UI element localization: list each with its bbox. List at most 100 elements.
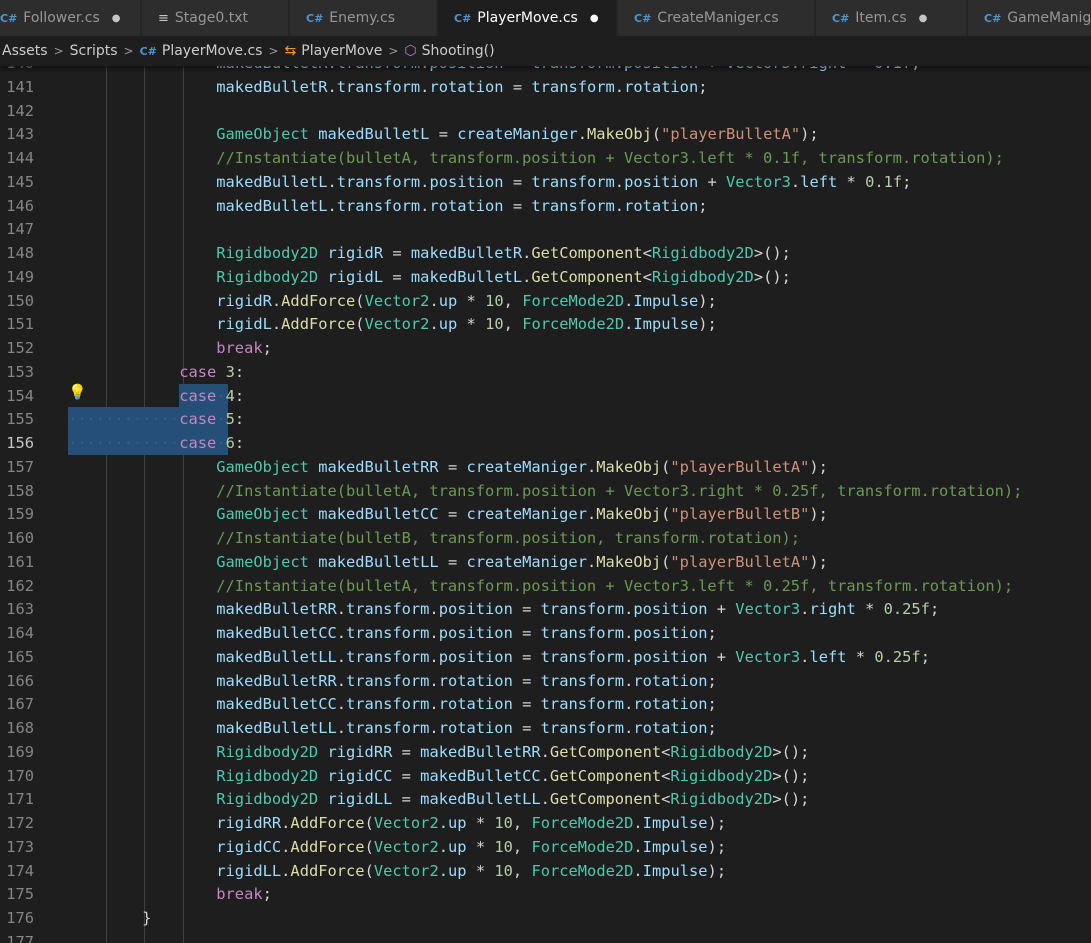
code-text: rigidRR.AddForce(Vector2.up * 10, ForceM… xyxy=(216,814,727,832)
breadcrumb-item-playermove[interactable]: ⇆ PlayerMove xyxy=(285,43,383,59)
line-number: 149 xyxy=(6,267,34,286)
tab-playermove-cs[interactable]: C# PlayerMove.cs ● xyxy=(438,0,616,36)
line-number: 162 xyxy=(6,576,34,595)
line-number: 163 xyxy=(6,600,34,619)
code-line[interactable]: 168 makedBulletLL.transform.rotation = t… xyxy=(0,716,1091,740)
code-line[interactable]: 151 rigidL.AddForce(Vector2.up * 10, For… xyxy=(0,312,1091,336)
line-number: 158 xyxy=(6,481,34,500)
code-line[interactable]: 162 //Instantiate(bulletA, transform.pos… xyxy=(0,574,1091,598)
csharp-file-icon: C# xyxy=(984,11,1002,25)
code-line[interactable]: 172 rigidRR.AddForce(Vector2.up * 10, Fo… xyxy=(0,811,1091,835)
breadcrumb-item-playermove-cs[interactable]: C# PlayerMove.cs xyxy=(140,43,263,59)
code-line[interactable]: 154 case·4: xyxy=(0,383,1091,408)
code-line[interactable]: 159 GameObject makedBulletCC = createMan… xyxy=(0,502,1091,526)
line-number: 156 xyxy=(6,434,34,452)
code-line[interactable]: 166 makedBulletRR.transform.rotation = t… xyxy=(0,669,1091,693)
code-line[interactable]: 160 //Instantiate(bulletB, transform.pos… xyxy=(0,526,1091,550)
csharp-file-icon: C# xyxy=(454,11,472,25)
code-text: rigidCC.AddForce(Vector2.up * 10, ForceM… xyxy=(216,837,727,856)
lightbulb-icon[interactable]: 💡 xyxy=(68,383,87,401)
text-file-icon: ≡ xyxy=(158,10,169,26)
code-line[interactable]: 170 Rigidbody2D rigidCC = makedBulletCC.… xyxy=(0,764,1091,788)
code-text: makedBulletLL.transform.rotation = trans… xyxy=(216,719,717,737)
line-number: 142 xyxy=(6,101,34,120)
code-line[interactable]: 144 //Instantiate(bulletA, transform.pos… xyxy=(0,146,1091,170)
tab-bar: C# Follower.cs ● ≡ Stage0.txt C# Enemy.cs C# Pla… xyxy=(0,0,1091,36)
code-line[interactable]: 158 //Instantiate(bulletA, transform.pos… xyxy=(0,479,1091,503)
code-text: GameObject makedBulletLL = createManiger… xyxy=(216,552,828,571)
code-line[interactable]: 155 ············case·5: xyxy=(0,407,1091,432)
line-number: 150 xyxy=(6,291,34,310)
code-line[interactable]: 161 GameObject makedBulletLL = createMan… xyxy=(0,550,1091,574)
class-icon: ⇆ xyxy=(284,43,297,59)
unsaved-dot-icon[interactable]: ● xyxy=(919,13,928,24)
code-line[interactable]: 171 Rigidbody2D rigidLL = makedBulletLL.… xyxy=(0,787,1091,811)
breadcrumb-item-assets[interactable]: Assets xyxy=(2,43,48,59)
code-line[interactable]: 149 Rigidbody2D rigidL = makedBulletL.Ge… xyxy=(0,265,1091,289)
tab-label: Item.cs xyxy=(855,10,907,26)
line-number: 147 xyxy=(6,220,34,239)
breadcrumb-item-scripts[interactable]: Scripts xyxy=(70,43,118,59)
tab-follower-cs[interactable]: C# Follower.cs ● xyxy=(0,0,140,36)
line-number: 175 xyxy=(6,885,34,904)
tab-label: Enemy.cs xyxy=(329,10,395,26)
tab-gamemanig[interactable]: C# GameManig xyxy=(968,0,1091,36)
line-number: 171 xyxy=(6,790,34,809)
code-line[interactable]: 156 ············case·6: xyxy=(0,431,1091,455)
code-line[interactable]: 146 makedBulletL.transform.rotation = tr… xyxy=(0,194,1091,218)
code-line[interactable]: 167 makedBulletCC.transform.rotation = t… xyxy=(0,692,1091,716)
line-number: 141 xyxy=(6,77,34,96)
breadcrumb-label: PlayerMove xyxy=(301,43,383,59)
code-text: Rigidbody2D rigidR = makedBulletR.GetCom… xyxy=(216,244,791,262)
code-line[interactable]: 174 rigidLL.AddForce(Vector2.up * 10, Fo… xyxy=(0,859,1091,883)
code-line[interactable]: 142 xyxy=(0,99,1091,123)
code-text: } xyxy=(68,909,152,927)
csharp-file-icon: C# xyxy=(139,45,157,58)
csharp-file-icon: C# xyxy=(306,11,324,25)
code-text: case 3: xyxy=(179,362,245,381)
code-text: Rigidbody2D rigidL = makedBulletL.GetCom… xyxy=(216,267,791,286)
line-number: 157 xyxy=(6,457,34,476)
code-line[interactable]: 173 rigidCC.AddForce(Vector2.up * 10, Fo… xyxy=(0,835,1091,859)
code-line[interactable]: 175 break; xyxy=(0,882,1091,906)
line-number: 146 xyxy=(6,196,34,215)
line-number: 176 xyxy=(6,909,34,927)
code-line[interactable]: 163 makedBulletRR.transform.position = t… xyxy=(0,597,1091,621)
code-text: rigidR.AddForce(Vector2.up * 10, ForceMo… xyxy=(216,291,717,310)
code-line[interactable]: 143 GameObject makedBulletL = createMani… xyxy=(0,122,1091,146)
code-line[interactable]: 148 Rigidbody2D rigidR = makedBulletR.Ge… xyxy=(0,241,1091,265)
code-line[interactable]: 177 xyxy=(0,930,1091,943)
code-line[interactable]: 147 xyxy=(0,217,1091,241)
code-text: //Instantiate(bulletA, transform.positio… xyxy=(216,149,1004,167)
tab-createmaniger-cs[interactable]: C# CreateManiger.cs xyxy=(618,0,814,36)
code-line[interactable]: 165 makedBulletLL.transform.position = t… xyxy=(0,645,1091,669)
code-text: //Instantiate(bulletA, transform.positio… xyxy=(216,481,1023,500)
breadcrumb-label: PlayerMove.cs xyxy=(161,43,263,59)
code-editor[interactable]: 140 makedBulletR.transform.position = tr… xyxy=(0,54,1091,943)
code-text: Rigidbody2D rigidLL = makedBulletLL.GetC… xyxy=(216,790,810,809)
code-line[interactable]: 145 makedBulletL.transform.position = tr… xyxy=(0,170,1091,194)
code-line[interactable]: 164 makedBulletCC.transform.position = t… xyxy=(0,621,1091,645)
unsaved-dot-icon[interactable]: ● xyxy=(112,13,121,24)
code-line[interactable]: 153 case 3: xyxy=(0,360,1091,384)
code-line[interactable]: 157 GameObject makedBulletRR = createMan… xyxy=(0,455,1091,479)
code-line[interactable]: 176 } xyxy=(0,906,1091,930)
tab-stage0-txt[interactable]: ≡ Stage0.txt xyxy=(142,0,288,36)
line-number: 161 xyxy=(6,552,34,571)
tab-enemy-cs[interactable]: C# Enemy.cs xyxy=(290,0,436,36)
code-text: makedBulletCC.transform.rotation = trans… xyxy=(216,695,717,714)
tab-item-cs[interactable]: C# Item.cs ● xyxy=(816,0,966,36)
code-line[interactable]: 141 makedBulletR.transform.rotation = tr… xyxy=(0,75,1091,99)
code-line[interactable]: 152 break; xyxy=(0,336,1091,360)
code-line[interactable]: 150 rigidR.AddForce(Vector2.up * 10, For… xyxy=(0,289,1091,313)
line-number: 165 xyxy=(6,647,34,666)
breadcrumb-item-shooting-[interactable]: ⬡ Shooting() xyxy=(404,43,494,59)
code-text: makedBulletLL.transform.position = trans… xyxy=(216,647,930,666)
unsaved-dot-icon[interactable]: ● xyxy=(590,13,599,24)
line-number: 152 xyxy=(6,339,34,357)
breadcrumb: Assets > Scripts > C# PlayerMove.cs > ⇆ PlayerMo… xyxy=(0,36,1091,66)
code-line[interactable]: 169 Rigidbody2D rigidRR = makedBulletRR.… xyxy=(0,740,1091,764)
line-number: 154 xyxy=(6,386,34,405)
code-text: makedBulletCC.transform.position = trans… xyxy=(216,624,717,642)
chevron-right-icon: > xyxy=(53,44,64,58)
